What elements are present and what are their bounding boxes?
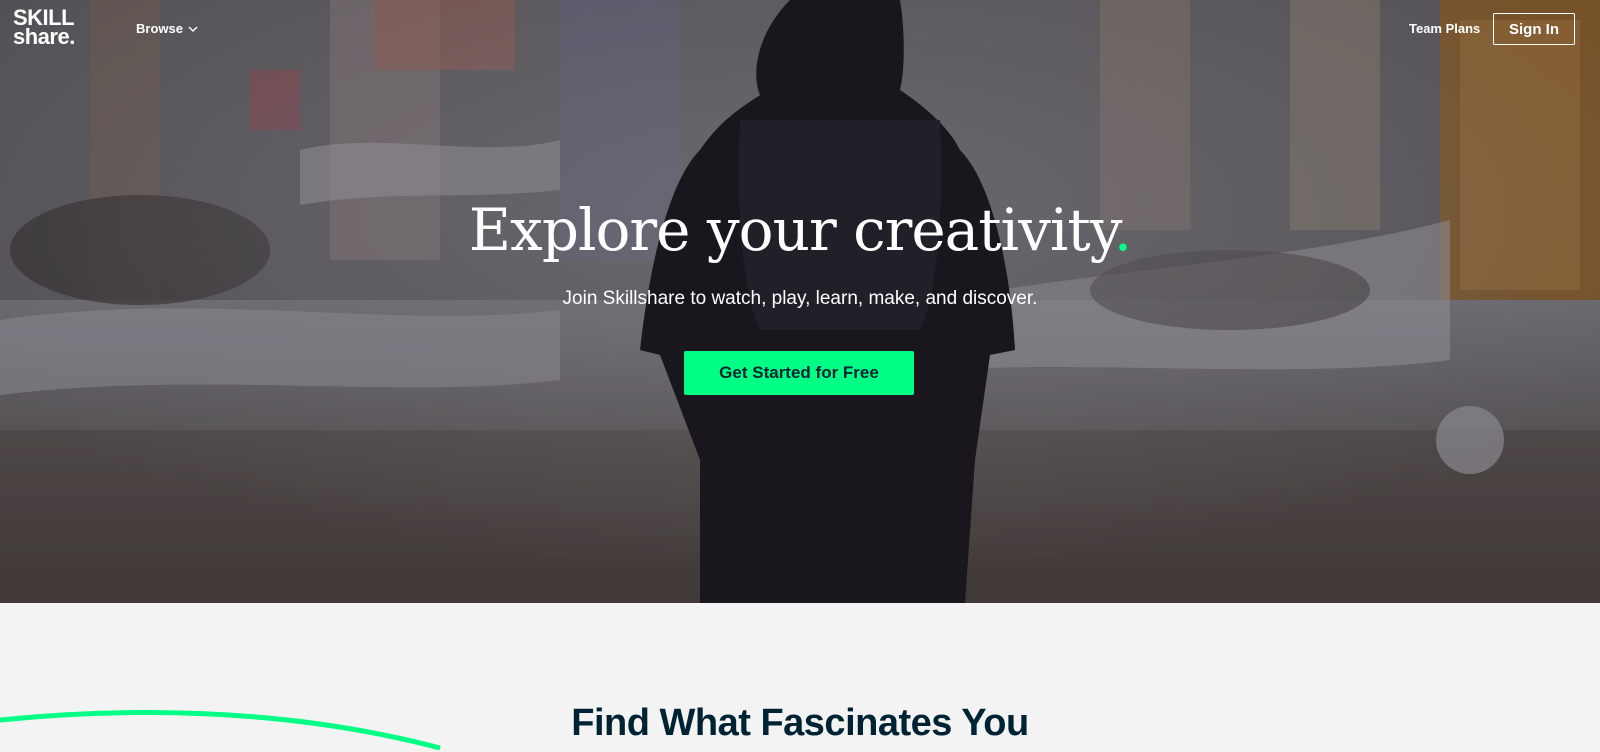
get-started-button[interactable]: Get Started for Free <box>684 351 914 395</box>
section-title: Find What Fascinates You <box>571 702 1029 744</box>
team-plans-link[interactable]: Team Plans <box>1409 21 1480 36</box>
browse-label: Browse <box>136 21 183 36</box>
hero-subheadline: Join Skillshare to watch, play, learn, m… <box>562 288 1038 309</box>
top-navigation: SKILL share. Browse Team Plans Sign In <box>0 0 1600 64</box>
sign-in-button[interactable]: Sign In <box>1493 13 1575 45</box>
headline-accent-period: . <box>1113 196 1132 264</box>
hero-headline-text: Explore your creativity <box>468 196 1115 264</box>
chevron-down-icon <box>188 26 198 32</box>
skillshare-logo[interactable]: SKILL share. <box>13 7 75 49</box>
browse-menu[interactable]: Browse <box>136 21 198 36</box>
hero-section: SKILL share. Browse Team Plans Sign In E… <box>0 0 1600 603</box>
logo-line-2: share. <box>13 24 75 49</box>
hero-headline: Explore your creativity. <box>0 196 1600 264</box>
